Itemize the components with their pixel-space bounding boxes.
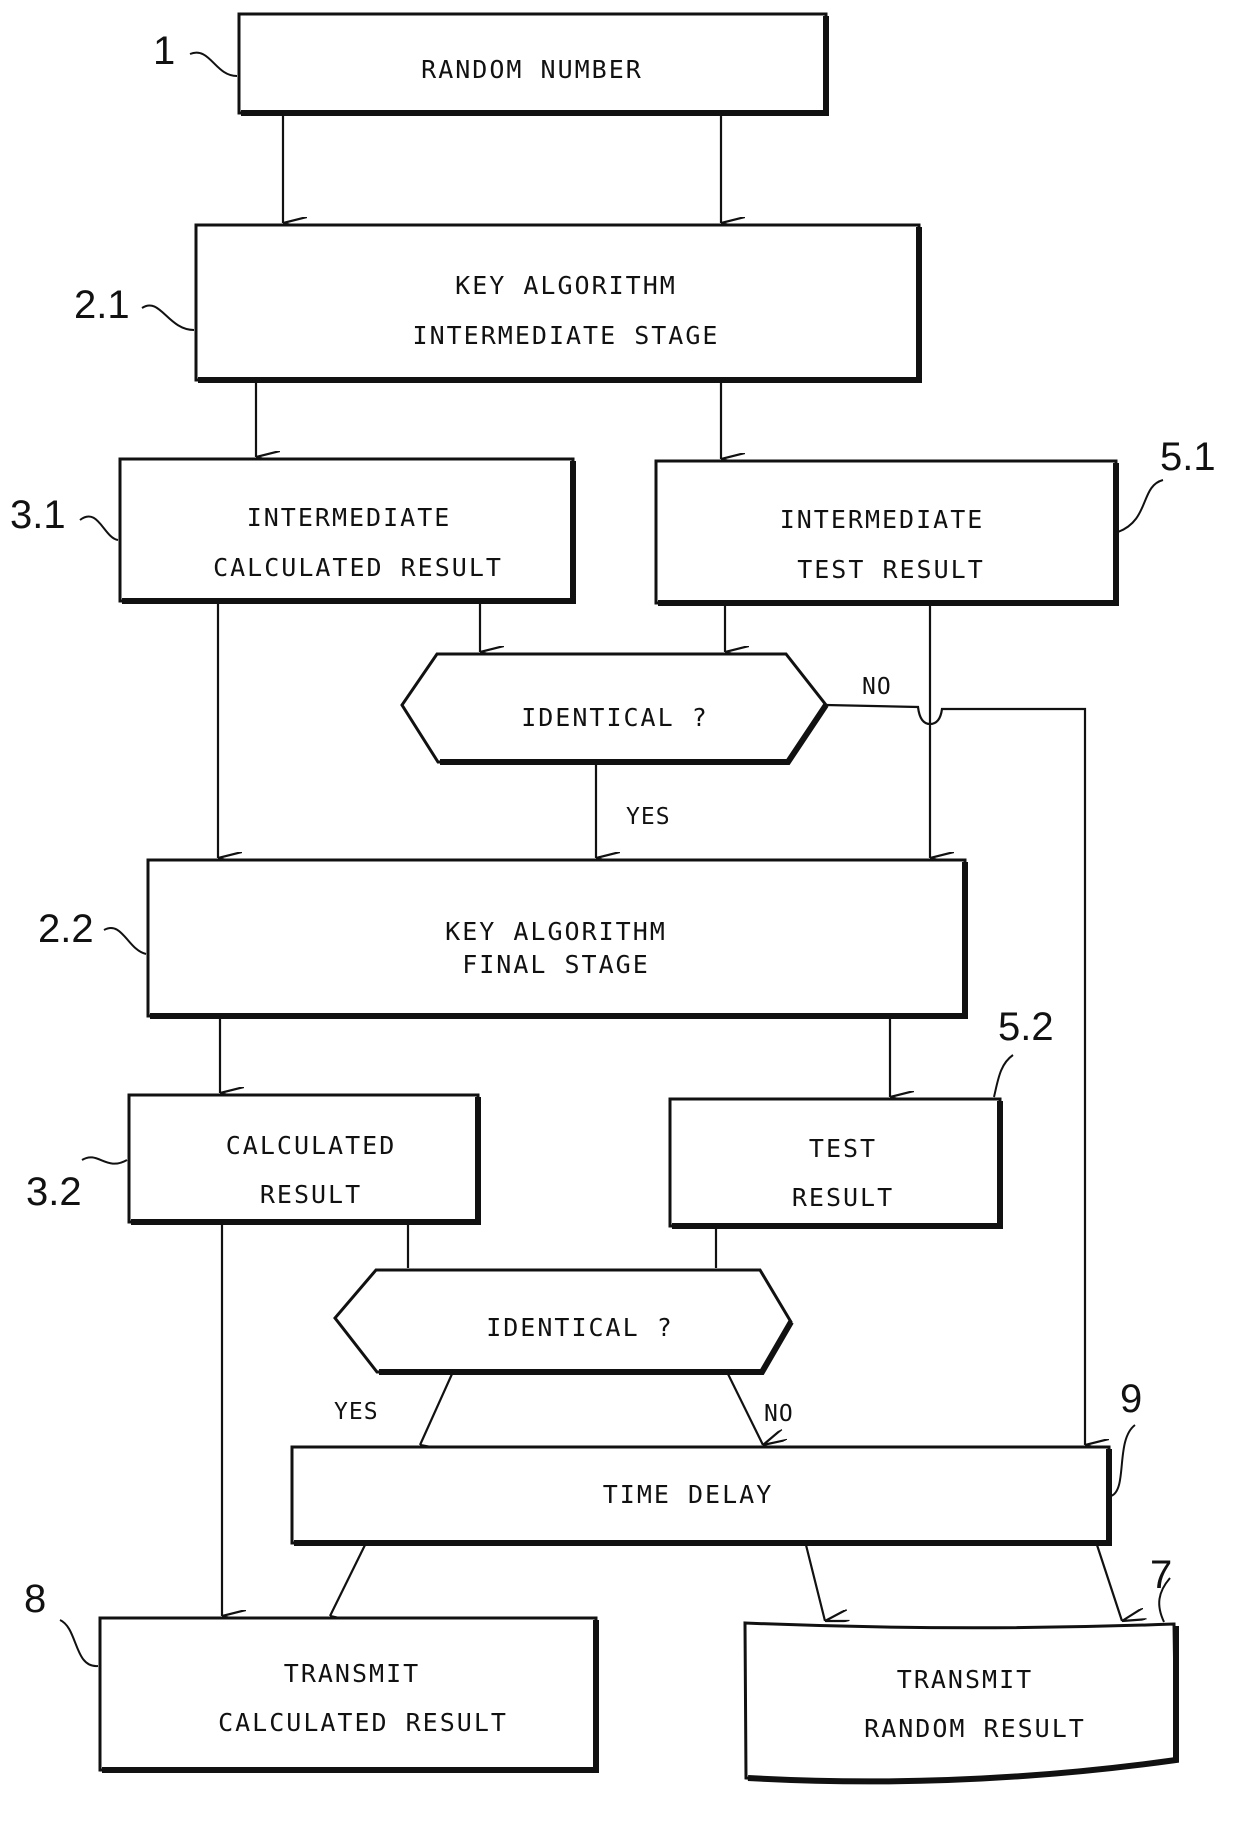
label-identical-check-2: IDENTICAL ? [486, 1313, 674, 1342]
label-time-delay: TIME DELAY [603, 1480, 774, 1509]
node-key-algorithm-final: KEY ALGORITHM FINAL STAGE [146, 858, 968, 1019]
ref-label-9: 9 [1120, 1377, 1142, 1421]
label-transmit-calc-1: TRANSMIT [284, 1659, 420, 1688]
ref-label-5-1: 5.1 [1160, 435, 1216, 479]
label-transmit-random-2: RANDOM RESULT [864, 1714, 1086, 1743]
label-transmit-random-1: TRANSMIT [897, 1665, 1033, 1694]
flowchart: RANDOM NUMBER KEY ALGORITHM INTERMEDIATE… [10, 12, 1216, 1785]
ref-label-2-2: 2.2 [38, 907, 94, 951]
label-test-result-2: RESULT [792, 1183, 894, 1212]
branch-label-check2-no: NO [764, 1401, 794, 1427]
leader-3-2 [81, 1156, 128, 1165]
leader-5-2 [993, 1054, 1014, 1098]
label-random-number: RANDOM NUMBER [421, 55, 643, 84]
node-identical-check-1: IDENTICAL ? [400, 652, 829, 765]
branch-label-check1-yes: YES [626, 804, 671, 830]
edge-check2-yes [418, 1373, 454, 1445]
branch-label-check1-no: NO [862, 674, 892, 700]
label-key-algorithm-final-2: FINAL STAGE [462, 950, 650, 979]
node-calculated-result: CALCULATED RESULT [127, 1093, 481, 1225]
leader-5-1 [1117, 479, 1164, 533]
edge-check2-no [727, 1373, 763, 1445]
edge-delay-to-transmit-random-2 [1095, 1544, 1122, 1621]
label-intermediate-calc-2: CALCULATED RESULT [213, 553, 503, 582]
label-intermediate-test-2: TEST RESULT [797, 555, 985, 584]
ref-label-1: 1 [153, 29, 175, 73]
label-identical-check-1: IDENTICAL ? [521, 703, 709, 732]
label-intermediate-test-1: INTERMEDIATE [780, 505, 985, 534]
leader-2-1 [141, 304, 195, 331]
ref-label-5-2: 5.2 [998, 1005, 1054, 1049]
label-key-algorithm-intermediate-1: KEY ALGORITHM [455, 271, 677, 300]
leader-9 [1110, 1424, 1136, 1497]
branch-label-check2-yes: YES [334, 1399, 379, 1425]
node-time-delay: TIME DELAY [290, 1445, 1112, 1546]
node-random-number: RANDOM NUMBER [237, 12, 829, 116]
node-transmit-calculated-result: TRANSMIT CALCULATED RESULT [98, 1616, 599, 1773]
box-transmit-random-result [743, 1621, 1178, 1783]
edge-delay-to-transmit-random-1 [804, 1544, 825, 1621]
leader-3-1 [79, 515, 119, 541]
box-key-algorithm-intermediate [194, 223, 921, 382]
node-intermediate-calculated-result: INTERMEDIATE CALCULATED RESULT [118, 457, 576, 604]
node-key-algorithm-intermediate: KEY ALGORITHM INTERMEDIATE STAGE [194, 223, 922, 383]
label-calculated-result-2: RESULT [260, 1180, 362, 1209]
edge-delay-to-transmit-calc [329, 1544, 366, 1616]
label-test-result-1: TEST [809, 1134, 877, 1163]
ref-label-3-2: 3.2 [26, 1170, 82, 1214]
node-transmit-random-result: TRANSMIT RANDOM RESULT [743, 1621, 1179, 1785]
label-calculated-result-1: CALCULATED [226, 1131, 397, 1160]
ref-label-3-1: 3.1 [10, 493, 66, 537]
label-transmit-calc-2: CALCULATED RESULT [218, 1708, 508, 1737]
edge-check1-no [825, 703, 1085, 1445]
label-key-algorithm-intermediate-2: INTERMEDIATE STAGE [413, 321, 720, 350]
leader-1 [189, 51, 238, 77]
node-test-result: TEST RESULT [668, 1097, 1003, 1229]
box-transmit-calculated-result [98, 1616, 598, 1772]
leader-2-2 [103, 927, 147, 955]
node-identical-check-2: IDENTICAL ? [333, 1268, 794, 1375]
ref-label-8: 8 [24, 1577, 46, 1621]
label-key-algorithm-final-1: KEY ALGORITHM [445, 917, 667, 946]
leader-8 [59, 1619, 99, 1668]
label-intermediate-calc-1: INTERMEDIATE [247, 503, 452, 532]
ref-label-2-1: 2.1 [74, 283, 130, 327]
node-intermediate-test-result: INTERMEDIATE TEST RESULT [654, 459, 1119, 606]
